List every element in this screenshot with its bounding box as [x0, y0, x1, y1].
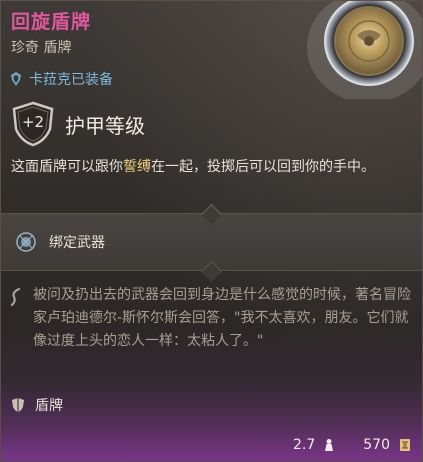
lore-block: 被问及扔出去的武器会回到身边是什么感觉的时候，著名冒险家卢珀迪德尔-斯怀尔斯会回…	[9, 284, 419, 353]
armor-bonus: +2	[21, 113, 45, 131]
equipped-text: 卡菈克已装备	[29, 72, 113, 88]
gold-coin-icon	[400, 439, 410, 451]
weight-icon	[325, 439, 334, 451]
item-description: 这面盾牌可以跟你誓缚在一起，投掷后可以回到你的手中。	[11, 155, 416, 179]
gold-value: 570	[363, 437, 390, 453]
description-text-2: 在一起，投掷后可以回到你的手中。	[151, 159, 375, 175]
item-stats-footer: 2.7 570	[293, 437, 412, 453]
item-name: 回旋盾牌	[11, 11, 92, 33]
bound-weapon-label: 绑定武器	[49, 235, 105, 251]
shield-item-image	[307, 1, 422, 99]
shield-small-icon	[12, 398, 24, 412]
item-tooltip: 回旋盾牌 珍奇 盾牌 卡菈克已装备 +2 护甲等级 这面盾牌可以跟你誓缚在一起，…	[0, 0, 423, 462]
bound-weapon-icon	[16, 232, 36, 252]
lore-curl-icon	[10, 288, 21, 306]
bound-weapon-row[interactable]: 绑定武器	[15, 231, 105, 253]
armor-figure-icon	[11, 72, 21, 86]
category-label: 盾牌	[35, 398, 63, 414]
armor-label: 护甲等级	[65, 113, 145, 138]
equipped-status: 卡菈克已装备	[9, 69, 113, 89]
item-type: 珍奇 盾牌	[11, 40, 72, 56]
lore-text: 被问及扔出去的武器会回到身边是什么感觉的时候，著名冒险家卢珀迪德尔-斯怀尔斯会回…	[33, 287, 411, 349]
category-row: 盾牌	[11, 395, 63, 415]
armor-class-row: +2 护甲等级	[11, 101, 145, 147]
shield-outline-icon: +2	[11, 101, 55, 147]
description-keyword[interactable]: 誓缚	[123, 159, 151, 175]
weight-value: 2.7	[293, 437, 316, 453]
description-text-1: 这面盾牌可以跟你	[11, 159, 123, 175]
